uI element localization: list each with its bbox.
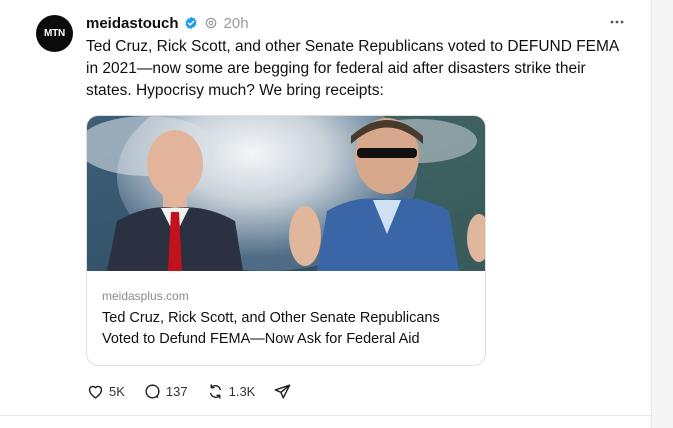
link-preview-card[interactable]: meidasplus.com Ted Cruz, Rick Scott, and… xyxy=(86,115,486,366)
link-title: Ted Cruz, Rick Scott, and Other Senate R… xyxy=(102,310,440,347)
like-button[interactable]: 5K xyxy=(86,382,125,401)
username-link[interactable]: meidastouch xyxy=(86,15,179,32)
share-icon xyxy=(275,383,291,399)
post-text: Ted Cruz, Rick Scott, and other Senate R… xyxy=(86,38,619,99)
page-right-gutter xyxy=(652,0,673,428)
repost-icon xyxy=(209,383,221,399)
post-header: meidastouch 20h xyxy=(86,12,249,34)
repost-button[interactable]: 1.3K xyxy=(206,382,256,401)
reply-count: 137 xyxy=(165,383,188,399)
reply-button[interactable]: 137 xyxy=(143,382,188,401)
link-preview-image xyxy=(87,116,485,271)
link-domain: meidasplus.com xyxy=(102,289,189,303)
avatar-logo-text: MTN xyxy=(43,28,66,39)
share-button[interactable] xyxy=(273,382,292,401)
post-divider xyxy=(0,415,651,416)
comment-icon xyxy=(145,383,160,399)
sync-icon xyxy=(205,17,216,29)
post-actions: 5K 137 1.3K xyxy=(86,381,310,401)
post: MTN meidastouch 20h Ted Cruz, Rick Scott… xyxy=(0,0,651,428)
post-timestamp[interactable]: 20h xyxy=(224,15,249,32)
like-count: 5K xyxy=(109,383,125,399)
heart-icon xyxy=(88,385,103,399)
more-icon[interactable] xyxy=(609,14,625,30)
avatar[interactable]: MTN xyxy=(36,15,73,52)
repost-count: 1.3K xyxy=(228,383,256,399)
verified-badge-icon xyxy=(185,16,197,30)
